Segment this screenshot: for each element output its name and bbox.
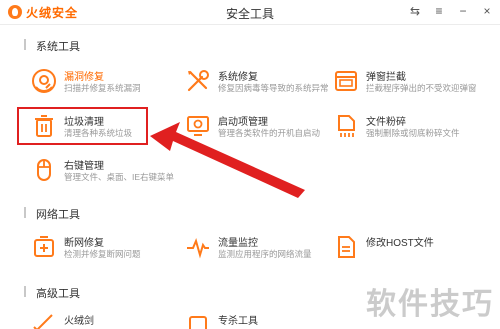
close-button[interactable]: ×	[480, 3, 494, 19]
tool-huorong-sword[interactable]: 火绒剑	[20, 308, 170, 329]
window-controls: ⇆ ≡ − ×	[408, 3, 494, 19]
tool-name: 系统修复	[218, 72, 258, 83]
tool-name: 流量监控	[218, 238, 258, 249]
tool-desc: 修复因病毒等导致的系统异常	[218, 83, 329, 93]
popup-block-icon	[335, 71, 357, 91]
tool-name: 弹窗拦截	[366, 72, 406, 83]
tool-system-repair[interactable]: 系统修复 修复因病毒等导致的系统异常	[174, 64, 329, 102]
switch-icon[interactable]: ⇆	[408, 3, 422, 19]
minimize-button[interactable]: −	[456, 3, 470, 19]
title-bar: 火绒安全 安全工具 ⇆ ≡ − ×	[0, 0, 500, 25]
tool-popup-block[interactable]: 弹窗拦截 拦截程序弹出的不受欢迎弹窗	[322, 64, 477, 102]
tool-desc: 强制删除或彻底粉碎文件	[366, 128, 460, 138]
watermark: 软件技巧	[366, 288, 494, 321]
shield-repair-icon	[32, 69, 56, 93]
sword-icon	[33, 314, 53, 329]
network-plus-icon	[34, 236, 54, 257]
section-system-tools: 系统工具	[24, 38, 80, 54]
highlight-box	[17, 107, 148, 145]
tool-name: 修改HOST文件	[366, 238, 434, 249]
tool-name: 漏洞修复	[64, 72, 104, 83]
tool-network-repair[interactable]: 断网修复 检测并修复断网问题	[20, 230, 170, 268]
tool-name: 专杀工具	[218, 316, 258, 327]
pulse-icon	[187, 238, 209, 259]
tool-vulnerability-fix[interactable]: 漏洞修复 扫描并修复系统漏洞	[20, 64, 170, 102]
section-network-tools: 网络工具	[24, 206, 80, 222]
section-title: 高级工具	[36, 288, 80, 300]
tool-desc: 监测应用程序的网络流量	[218, 249, 312, 259]
section-title: 系统工具	[36, 41, 80, 53]
kill-tool-icon	[189, 316, 207, 329]
tool-host-file[interactable]: 修改HOST文件	[322, 230, 472, 268]
mouse-icon	[37, 159, 51, 181]
tool-traffic-monitor[interactable]: 流量监控 监测应用程序的网络流量	[174, 230, 324, 268]
tool-name: 火绒剑	[64, 316, 94, 327]
tool-name: 断网修复	[64, 238, 104, 249]
host-file-icon	[338, 236, 355, 258]
menu-icon[interactable]: ≡	[432, 3, 446, 19]
tool-desc: 检测并修复断网问题	[64, 249, 141, 259]
tool-name: 右键管理	[64, 161, 104, 172]
wrench-screwdriver-icon	[187, 70, 209, 92]
tool-kill-tool[interactable]: 专杀工具	[174, 308, 324, 329]
tool-desc: 扫描并修复系统漏洞	[64, 83, 141, 93]
arrow-annotation	[150, 122, 305, 198]
section-title: 网络工具	[36, 209, 80, 221]
tool-desc: 拦截程序弹出的不受欢迎弹窗	[366, 83, 477, 93]
tool-name: 文件粉碎	[366, 117, 406, 128]
section-advanced-tools: 高级工具	[24, 285, 80, 301]
tool-file-shred[interactable]: 文件粉碎 强制删除或彻底粉碎文件	[322, 109, 472, 147]
file-shred-icon	[338, 115, 355, 137]
